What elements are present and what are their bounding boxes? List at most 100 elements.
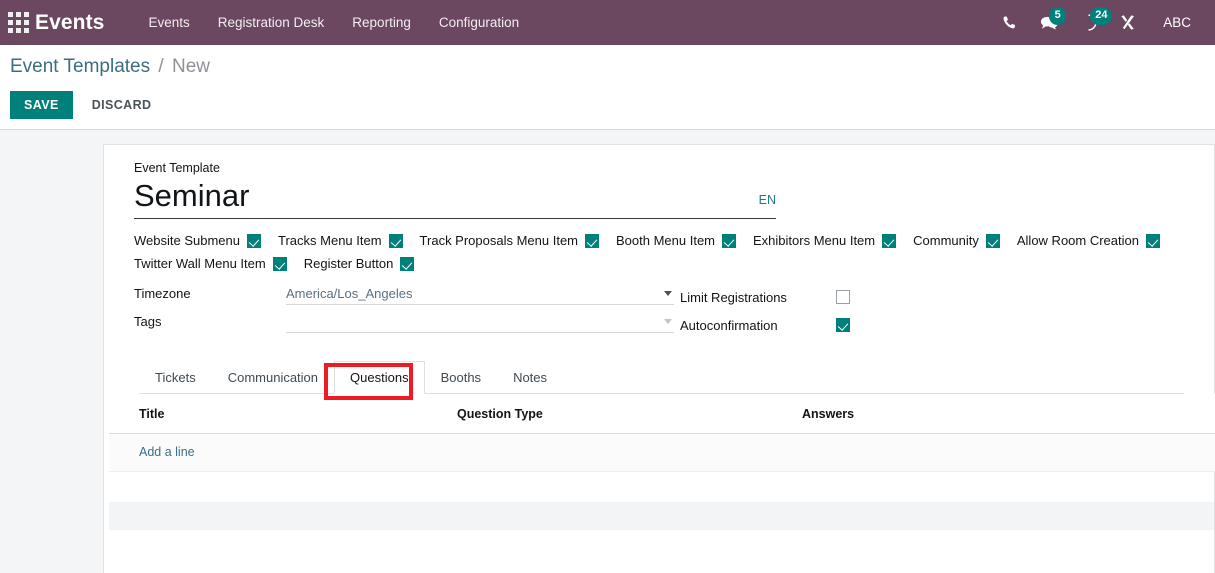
tab-booths[interactable]: Booths: [425, 361, 497, 394]
field-website-submenu: Website Submenu: [134, 233, 261, 248]
field-register-button: Register Button: [304, 256, 415, 271]
form-view-container: Event Template Seminar EN Website Submen…: [0, 130, 1215, 573]
list-spacer: [109, 472, 1214, 502]
field-tags: Tags: [134, 311, 674, 339]
field-label-tracks-menu-item: Tracks Menu Item: [278, 233, 382, 248]
apps-grid-dot: [15, 12, 21, 17]
field-label-allow-room-creation: Allow Room Creation: [1016, 233, 1139, 248]
table-header-row: Title Question Type Answers: [109, 394, 1215, 434]
fields-column-right: Limit Registrations Autoconfirmation: [674, 283, 1094, 339]
form-sheet: Event Template Seminar EN Website Submen…: [103, 144, 1215, 573]
add-line-cell: Add a line: [109, 433, 1215, 472]
apps-grid-dot: [7, 20, 13, 25]
checkbox-twitter-wall-menu-item[interactable]: [272, 256, 287, 271]
field-label-twitter-wall-menu-item: Twitter Wall Menu Item: [134, 256, 266, 271]
phone-icon[interactable]: [991, 0, 1028, 45]
field-label-website-submenu: Website Submenu: [134, 233, 240, 248]
menu-item-registration-desk[interactable]: Registration Desk: [204, 0, 339, 45]
checkbox-autoconfirmation[interactable]: [836, 318, 850, 332]
checkbox-exhibitors-menu-item[interactable]: [882, 233, 897, 248]
field-track-proposals-menu-item: Track Proposals Menu Item: [420, 233, 600, 248]
checkbox-community[interactable]: [985, 233, 1000, 248]
event-template-label: Event Template: [134, 161, 220, 175]
menu-options-row-1: Website Submenu Tracks Menu Item Track P…: [134, 233, 1184, 248]
timezone-value: America/Los_Angeles: [286, 286, 413, 301]
title-block: Event Template Seminar EN: [134, 161, 776, 219]
control-panel: Event Templates / New SAVE DISCARD: [0, 45, 1215, 130]
fields-grid: Timezone America/Los_Angeles Tags Limit …: [134, 283, 1184, 339]
list-footer-band: [109, 502, 1214, 530]
field-community: Community: [913, 233, 1000, 248]
column-header-question-type[interactable]: Question Type: [457, 394, 802, 434]
field-control-tags: [286, 311, 674, 333]
checkbox-register-button[interactable]: [400, 256, 415, 271]
wrench-debug-icon[interactable]: [1108, 0, 1147, 45]
field-label-tags: Tags: [134, 314, 162, 329]
apps-grid-dot: [15, 28, 21, 33]
field-tracks-menu-item: Tracks Menu Item: [278, 233, 403, 248]
field-label-booth-menu-item: Booth Menu Item: [616, 233, 716, 248]
checkbox-allow-room-creation[interactable]: [1145, 233, 1160, 248]
field-label-community: Community: [913, 233, 979, 248]
questions-table: Title Question Type Answers Add a line: [109, 394, 1215, 472]
notebook-tabs: Tickets Communication Questions Booths N…: [139, 361, 1184, 400]
checkbox-tracks-menu-item[interactable]: [388, 233, 403, 248]
app-brand-name[interactable]: Events: [35, 11, 104, 35]
notebook: Tickets Communication Questions Booths N…: [109, 361, 1215, 530]
checkbox-track-proposals-menu-item[interactable]: [585, 233, 600, 248]
menu-item-configuration[interactable]: Configuration: [425, 0, 533, 45]
tab-communication[interactable]: Communication: [212, 361, 334, 394]
top-navbar: Events Events Registration Desk Reportin…: [0, 0, 1215, 45]
column-header-answers[interactable]: Answers: [802, 394, 1215, 434]
field-twitter-wall-menu-item: Twitter Wall Menu Item: [134, 256, 287, 271]
add-a-line-link[interactable]: Add a line: [139, 445, 195, 459]
field-label-register-button: Register Button: [303, 256, 394, 271]
chevron-down-icon[interactable]: [664, 291, 672, 296]
tags-select[interactable]: [286, 311, 674, 333]
apps-grid-dot: [7, 12, 13, 17]
discard-button[interactable]: DISCARD: [86, 91, 158, 119]
apps-grid-dot: [7, 28, 13, 33]
breadcrumb-separator: /: [158, 56, 164, 77]
apps-grid-dot: [15, 20, 21, 25]
apps-grid-icon[interactable]: [5, 10, 31, 36]
field-autoconfirmation: Autoconfirmation: [680, 311, 1094, 339]
apps-grid-dot: [23, 12, 29, 17]
chevron-down-icon[interactable]: [664, 319, 672, 324]
apps-grid-dot: [23, 20, 29, 25]
language-badge[interactable]: EN: [759, 193, 776, 216]
messages-icon[interactable]: 5: [1028, 0, 1069, 45]
breadcrumb-item-current: New: [171, 56, 210, 77]
breadcrumb-item-event-templates[interactable]: Event Templates: [10, 56, 150, 77]
menu-item-events[interactable]: Events: [134, 0, 203, 45]
field-timezone: Timezone America/Los_Angeles: [134, 283, 674, 311]
checkbox-booth-menu-item[interactable]: [722, 233, 737, 248]
tab-questions[interactable]: Questions: [334, 361, 425, 394]
apps-grid-dot: [23, 28, 29, 33]
checkbox-website-submenu[interactable]: [247, 233, 261, 248]
field-allow-room-creation: Allow Room Creation: [1017, 233, 1160, 248]
questions-list: Title Question Type Answers Add a line: [109, 394, 1215, 530]
messages-count-badge: 5: [1049, 7, 1067, 25]
checkbox-limit-registrations[interactable]: [836, 290, 850, 304]
menu-options-row-2: Twitter Wall Menu Item Register Button: [134, 256, 1184, 271]
tab-tickets[interactable]: Tickets: [139, 361, 212, 394]
user-menu-name[interactable]: ABC: [1147, 15, 1201, 30]
menu-options-group: Website Submenu Tracks Menu Item Track P…: [134, 233, 1184, 271]
record-actions: SAVE DISCARD: [0, 91, 1215, 119]
activity-clock-icon[interactable]: 24: [1069, 0, 1113, 45]
menu-item-reporting[interactable]: Reporting: [338, 0, 425, 45]
add-line-row[interactable]: Add a line: [109, 433, 1215, 472]
table-body: Add a line: [109, 433, 1215, 472]
breadcrumb: Event Templates / New: [0, 54, 1215, 80]
systray: 5 24 ABC: [991, 0, 1215, 45]
save-button[interactable]: SAVE: [10, 91, 73, 119]
event-template-name-input[interactable]: Seminar: [134, 176, 759, 216]
field-control-timezone: America/Los_Angeles: [286, 283, 674, 305]
tab-notes[interactable]: Notes: [497, 361, 563, 394]
fields-column-left: Timezone America/Los_Angeles Tags: [134, 283, 674, 339]
timezone-select[interactable]: America/Los_Angeles: [286, 283, 674, 305]
field-label-exhibitors-menu-item: Exhibitors Menu Item: [753, 233, 876, 248]
title-row: Seminar EN: [134, 176, 776, 219]
column-header-title[interactable]: Title: [109, 394, 457, 434]
